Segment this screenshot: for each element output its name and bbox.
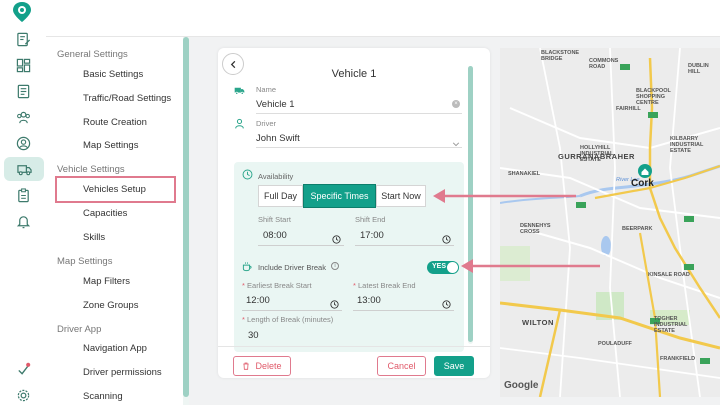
chevron-down-icon[interactable] [452, 135, 460, 153]
earliest-break-label: * Earliest Break Start [242, 281, 312, 290]
map-label: BEERPARK [622, 226, 653, 232]
sidebar-item-map-settings[interactable]: Map Settings [83, 140, 138, 151]
map-label: DUBLIN HILL [688, 63, 709, 75]
break-length-value: 30 [248, 330, 259, 341]
driver-break-toggle[interactable]: YES [427, 261, 459, 274]
name-label: Name [256, 85, 277, 94]
name-field[interactable]: Vehicle 1 [256, 99, 295, 110]
sidebar-item-skills[interactable]: Skills [83, 232, 105, 243]
panel-title: Vehicle 1 [331, 68, 377, 80]
panel-scrollbar-thumb[interactable] [468, 66, 473, 342]
dashboard-icon[interactable] [8, 54, 38, 76]
delete-label: Delete [255, 361, 282, 371]
driver-break-label: Include Driver Break [258, 263, 326, 272]
report-icon[interactable] [8, 80, 38, 102]
map-label: POULADUFF [598, 341, 632, 347]
sidebar-item-traffic-road-settings[interactable]: Traffic/Road Settings [83, 93, 171, 104]
route-check-icon[interactable] [8, 358, 38, 380]
alarm-icon[interactable] [8, 210, 38, 232]
map-label: KINSALE ROAD [648, 272, 690, 278]
trash-icon [243, 362, 250, 370]
map-label: KILBARRY INDUSTRIAL ESTATE [670, 136, 704, 154]
person-icon [234, 118, 245, 129]
cancel-button[interactable]: Cancel [377, 356, 426, 376]
earliest-break-input[interactable]: 12:00 [242, 291, 342, 311]
clock-small-icon[interactable] [330, 296, 339, 314]
option-full-day[interactable]: Full Day [258, 185, 303, 207]
shift-end-value: 17:00 [360, 230, 384, 241]
delete-button[interactable]: Delete [233, 356, 291, 376]
break-length-input[interactable]: 30 [242, 325, 454, 345]
map-label: BLACKPOOL SHOPPING CENTRE [636, 88, 671, 106]
panel-scrollbar[interactable] [468, 66, 473, 344]
clock-icon [242, 169, 253, 180]
latest-break-input[interactable]: 13:00 [353, 291, 454, 311]
sidebar-item-navigation-app[interactable]: Navigation App [83, 343, 147, 354]
top-bar [46, 0, 720, 36]
coffee-icon [242, 261, 253, 272]
map-label: SHANAKIEL [508, 171, 541, 177]
info-icon[interactable]: i [331, 262, 339, 270]
settings-sidebar: General Settings Basic Settings Traffic/… [46, 37, 189, 405]
map-label: COMMONS ROAD [589, 58, 619, 70]
shift-start-input[interactable]: 08:00 [258, 226, 344, 246]
map-city: Cork [631, 178, 654, 189]
sidebar-item-zone-groups[interactable]: Zone Groups [83, 300, 138, 311]
map-label: TOGHER INDUSTRIAL ESTATE [654, 316, 688, 334]
shift-end-label: Shift End [355, 215, 386, 224]
clear-icon[interactable]: × [452, 100, 460, 108]
section-heading-map: Map Settings [57, 256, 113, 267]
document-edit-icon[interactable] [8, 28, 38, 50]
clock-small-icon[interactable] [442, 231, 451, 249]
selected-option-outline [303, 184, 376, 208]
availability-label: Availability [258, 172, 294, 181]
sidebar-item-route-creation[interactable]: Route Creation [83, 117, 147, 128]
sidebar-item-vehicles-setup[interactable]: Vehicles Setup [83, 184, 146, 195]
map-district: GURRANABRAHER [558, 152, 635, 161]
google-attribution: Google [504, 380, 539, 391]
settings-gear-icon[interactable] [8, 384, 38, 405]
map-district: WILTON [522, 318, 554, 327]
driver-select[interactable]: John Swift [256, 133, 300, 144]
team-icon[interactable] [8, 106, 38, 128]
map-label: FAIRHILL [616, 106, 641, 112]
latest-break-label: * Latest Break End [353, 281, 416, 290]
sidebar-item-capacities[interactable]: Capacities [83, 208, 127, 219]
sidebar-item-basic-settings[interactable]: Basic Settings [83, 69, 143, 80]
shift-end-input[interactable]: 17:00 [355, 226, 454, 246]
section-heading-vehicle: Vehicle Settings [57, 164, 125, 175]
break-length-label: * Length of Break (minutes) [242, 315, 334, 324]
logo-pin-icon[interactable] [11, 1, 33, 23]
sidebar-item-scanning[interactable]: Scanning [83, 391, 123, 402]
truck-icon[interactable] [4, 157, 44, 181]
clock-small-icon[interactable] [442, 296, 451, 314]
toggle-yes-text: YES [432, 263, 447, 270]
shift-start-value: 08:00 [263, 230, 287, 241]
earliest-break-value: 12:00 [246, 295, 270, 306]
sidebar-item-map-filters[interactable]: Map Filters [83, 276, 130, 287]
sidebar-item-driver-permissions[interactable]: Driver permissions [83, 367, 162, 378]
latest-break-value: 13:00 [357, 295, 381, 306]
driver-label: Driver [256, 119, 276, 128]
save-button[interactable]: Save [434, 356, 474, 376]
section-heading-general: General Settings [57, 49, 128, 60]
option-start-now[interactable]: Start Now [376, 185, 426, 207]
section-heading-driver-app: Driver App [57, 324, 102, 335]
map-view[interactable]: BLACKSTONE BRIDGE COMMONS ROAD DUBLIN HI… [500, 48, 720, 397]
map-label: DENNEHYS CROSS [520, 223, 551, 235]
shift-start-label: Shift Start [258, 215, 291, 224]
vehicle-panel: Vehicle 1 Name Vehicle 1 × Driver John S… [218, 48, 490, 378]
clipboard-icon[interactable] [8, 184, 38, 206]
truck-small-icon [234, 85, 245, 96]
map-label: FRANKFIELD [660, 356, 696, 362]
footer-divider [218, 346, 490, 347]
user-circle-icon[interactable] [8, 132, 38, 154]
driver-underline [256, 147, 462, 148]
icon-rail [0, 0, 46, 405]
name-underline [256, 113, 462, 114]
toggle-knob [447, 262, 458, 273]
clock-small-icon[interactable] [332, 231, 341, 249]
